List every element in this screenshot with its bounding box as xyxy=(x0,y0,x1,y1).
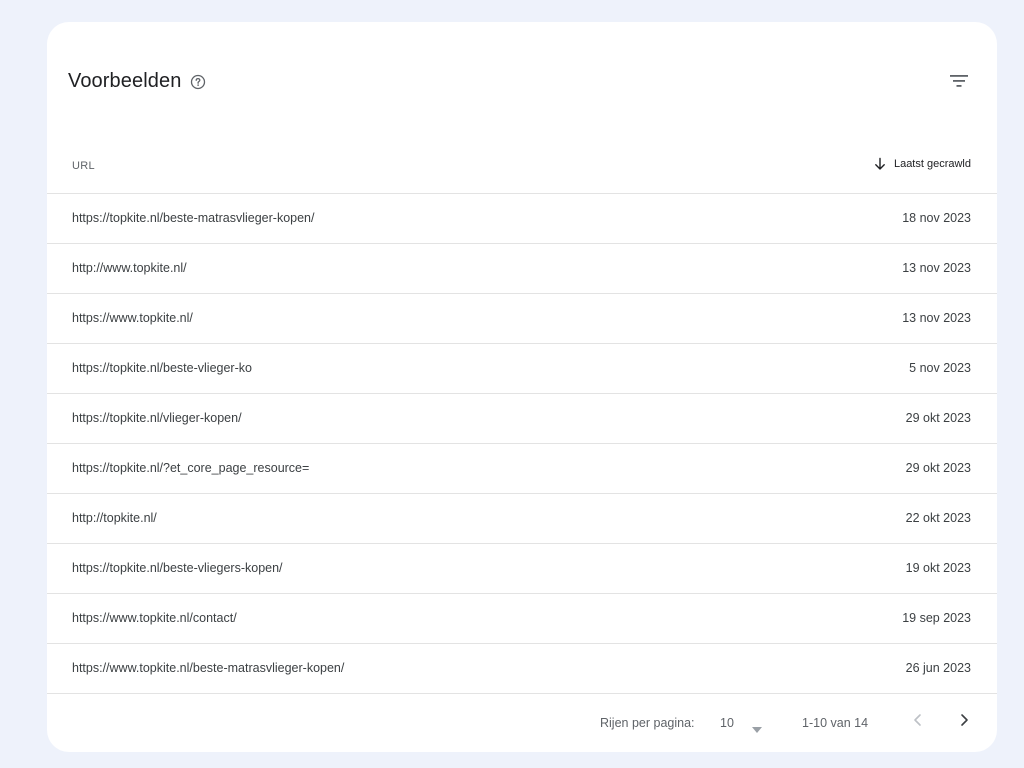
pagination-range: 1-10 van 14 xyxy=(802,716,869,730)
row-url: https://topkite.nl/?et_core_page_resourc… xyxy=(72,461,310,475)
row-url: https://www.topkite.nl/beste-matrasvlieg… xyxy=(72,661,345,675)
row-date: 13 nov 2023 xyxy=(902,311,971,325)
caret-down-icon xyxy=(751,720,762,733)
table-row[interactable]: https://topkite.nl/beste-matrasvlieger-k… xyxy=(47,194,997,244)
row-date: 29 okt 2023 xyxy=(905,411,971,425)
row-date: 18 nov 2023 xyxy=(902,211,971,225)
rows-per-page-select[interactable]: 10 xyxy=(720,714,762,733)
row-url: http://www.topkite.nl/ xyxy=(72,261,187,275)
column-header-last-crawled[interactable]: Laatst gecrawld xyxy=(873,157,971,171)
table-row[interactable]: http://www.topkite.nl/ 13 nov 2023 xyxy=(47,244,997,294)
card-header: Voorbeelden xyxy=(47,22,997,142)
row-url: https://www.topkite.nl/contact/ xyxy=(72,611,237,625)
pagination-bar: Rijen per pagina: 10 1-10 van 14 xyxy=(47,696,997,752)
help-circle-icon[interactable] xyxy=(190,74,206,90)
table-row[interactable]: https://topkite.nl/?et_core_page_resourc… xyxy=(47,444,997,494)
row-date: 19 sep 2023 xyxy=(902,611,971,625)
examples-table: URL Laatst gecrawld https://topkite.nl/b… xyxy=(47,142,997,694)
row-date: 13 nov 2023 xyxy=(902,261,971,275)
row-date: 22 okt 2023 xyxy=(905,511,971,525)
filter-icon[interactable] xyxy=(947,69,971,93)
card-title: Voorbeelden xyxy=(68,70,182,92)
row-url: https://topkite.nl/beste-matrasvlieger-k… xyxy=(72,211,315,225)
rows-per-page-value: 10 xyxy=(720,716,734,730)
column-header-last-crawled-label: Laatst gecrawld xyxy=(893,158,971,170)
examples-card: Voorbeelden URL Laatst gecrawld https://… xyxy=(47,22,997,752)
previous-page-button[interactable] xyxy=(906,710,930,734)
chevron-left-icon xyxy=(912,713,924,732)
table-row[interactable]: https://www.topkite.nl/beste-matrasvlieg… xyxy=(47,644,997,694)
title-wrap: Voorbeelden xyxy=(68,70,206,93)
table-row[interactable]: https://topkite.nl/beste-vlieger-ko 5 no… xyxy=(47,344,997,394)
rows-per-page-label: Rijen per pagina: xyxy=(600,716,695,730)
table-header: URL Laatst gecrawld xyxy=(47,142,997,194)
chevron-right-icon xyxy=(958,713,970,732)
row-date: 19 okt 2023 xyxy=(905,561,971,575)
table-row[interactable]: http://topkite.nl/ 22 okt 2023 xyxy=(47,494,997,544)
row-url: https://topkite.nl/beste-vlieger-ko xyxy=(72,361,252,375)
table-row[interactable]: https://www.topkite.nl/ 13 nov 2023 xyxy=(47,294,997,344)
table-row[interactable]: https://topkite.nl/vlieger-kopen/ 29 okt… xyxy=(47,394,997,444)
column-header-url: URL xyxy=(72,160,95,172)
row-url: https://topkite.nl/vlieger-kopen/ xyxy=(72,411,242,425)
row-date: 5 nov 2023 xyxy=(909,361,971,375)
arrow-down-icon xyxy=(873,157,887,171)
table-row[interactable]: https://www.topkite.nl/contact/ 19 sep 2… xyxy=(47,594,997,644)
row-date: 29 okt 2023 xyxy=(905,461,971,475)
row-url: https://www.topkite.nl/ xyxy=(72,311,193,325)
row-url: https://topkite.nl/beste-vliegers-kopen/ xyxy=(72,561,283,575)
row-date: 26 jun 2023 xyxy=(905,661,971,675)
table-row[interactable]: https://topkite.nl/beste-vliegers-kopen/… xyxy=(47,544,997,594)
row-url: http://topkite.nl/ xyxy=(72,511,157,525)
next-page-button[interactable] xyxy=(952,710,976,734)
